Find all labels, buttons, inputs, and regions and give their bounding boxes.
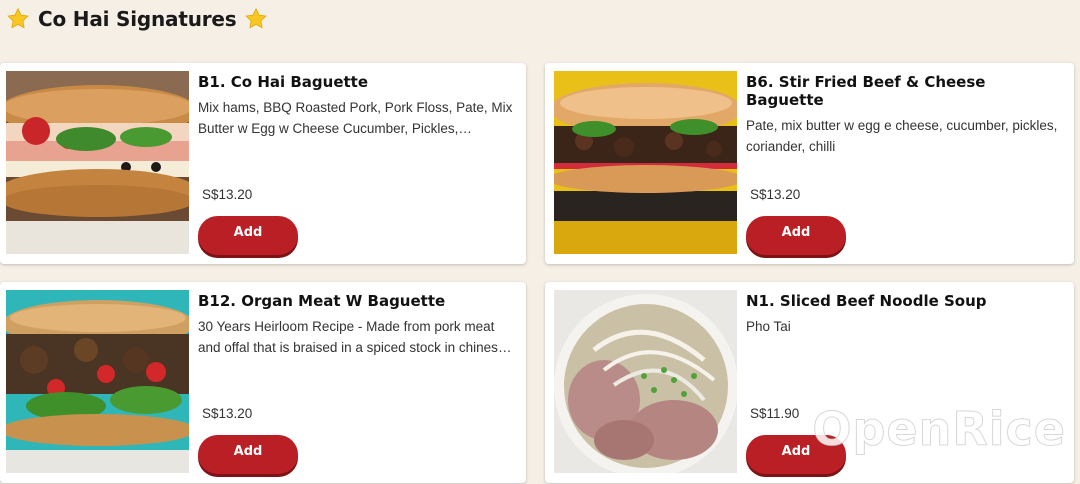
baguette-organ-photo[interactable]	[6, 290, 189, 473]
item-description: Pate, mix butter w egg e cheese, cucumbe…	[746, 118, 1058, 154]
item-description: Mix hams, BBQ Roasted Pork, Pork Floss, …	[198, 100, 513, 136]
add-button[interactable]: Add	[198, 216, 298, 255]
section-header: Co Hai Signatures	[6, 4, 268, 34]
item-price: S$13.20	[202, 187, 253, 202]
menu-item-card[interactable]: B12. Organ Meat W Baguette 30 Years Heir…	[0, 282, 526, 483]
add-button[interactable]: Add	[746, 216, 846, 255]
menu-item-card[interactable]: B6. Stir Fried Beef & Cheese Baguette Pa…	[545, 63, 1074, 264]
item-name[interactable]: B1. Co Hai Baguette	[198, 73, 516, 91]
item-description: 30 Years Heirloom Recipe - Made from por…	[198, 319, 506, 355]
menu-item-card[interactable]: B1. Co Hai Baguette Mix hams, BBQ Roaste…	[0, 63, 526, 264]
item-name[interactable]: B12. Organ Meat W Baguette	[198, 292, 516, 310]
item-price: S$13.20	[202, 406, 253, 421]
item-price: S$11.90	[750, 406, 800, 421]
star-icon	[7, 7, 29, 29]
star-icon	[245, 7, 268, 29]
item-name[interactable]: N1. Sliced Beef Noodle Soup	[746, 292, 1064, 310]
item-name[interactable]: B6. Stir Fried Beef & Cheese Baguette	[746, 73, 1064, 109]
add-button[interactable]: Add	[746, 435, 846, 474]
add-button[interactable]: Add	[198, 435, 298, 474]
menu-item-card[interactable]: N1. Sliced Beef Noodle Soup Pho Tai S$11…	[545, 282, 1074, 483]
baguette-ham-photo[interactable]	[6, 71, 189, 254]
item-price: S$13.20	[750, 187, 801, 202]
section-title: Co Hai Signatures	[38, 7, 237, 31]
baguette-beef-photo[interactable]	[554, 71, 737, 254]
item-description: Pho Tai	[746, 319, 791, 334]
pho-bowl-photo[interactable]	[554, 290, 737, 473]
